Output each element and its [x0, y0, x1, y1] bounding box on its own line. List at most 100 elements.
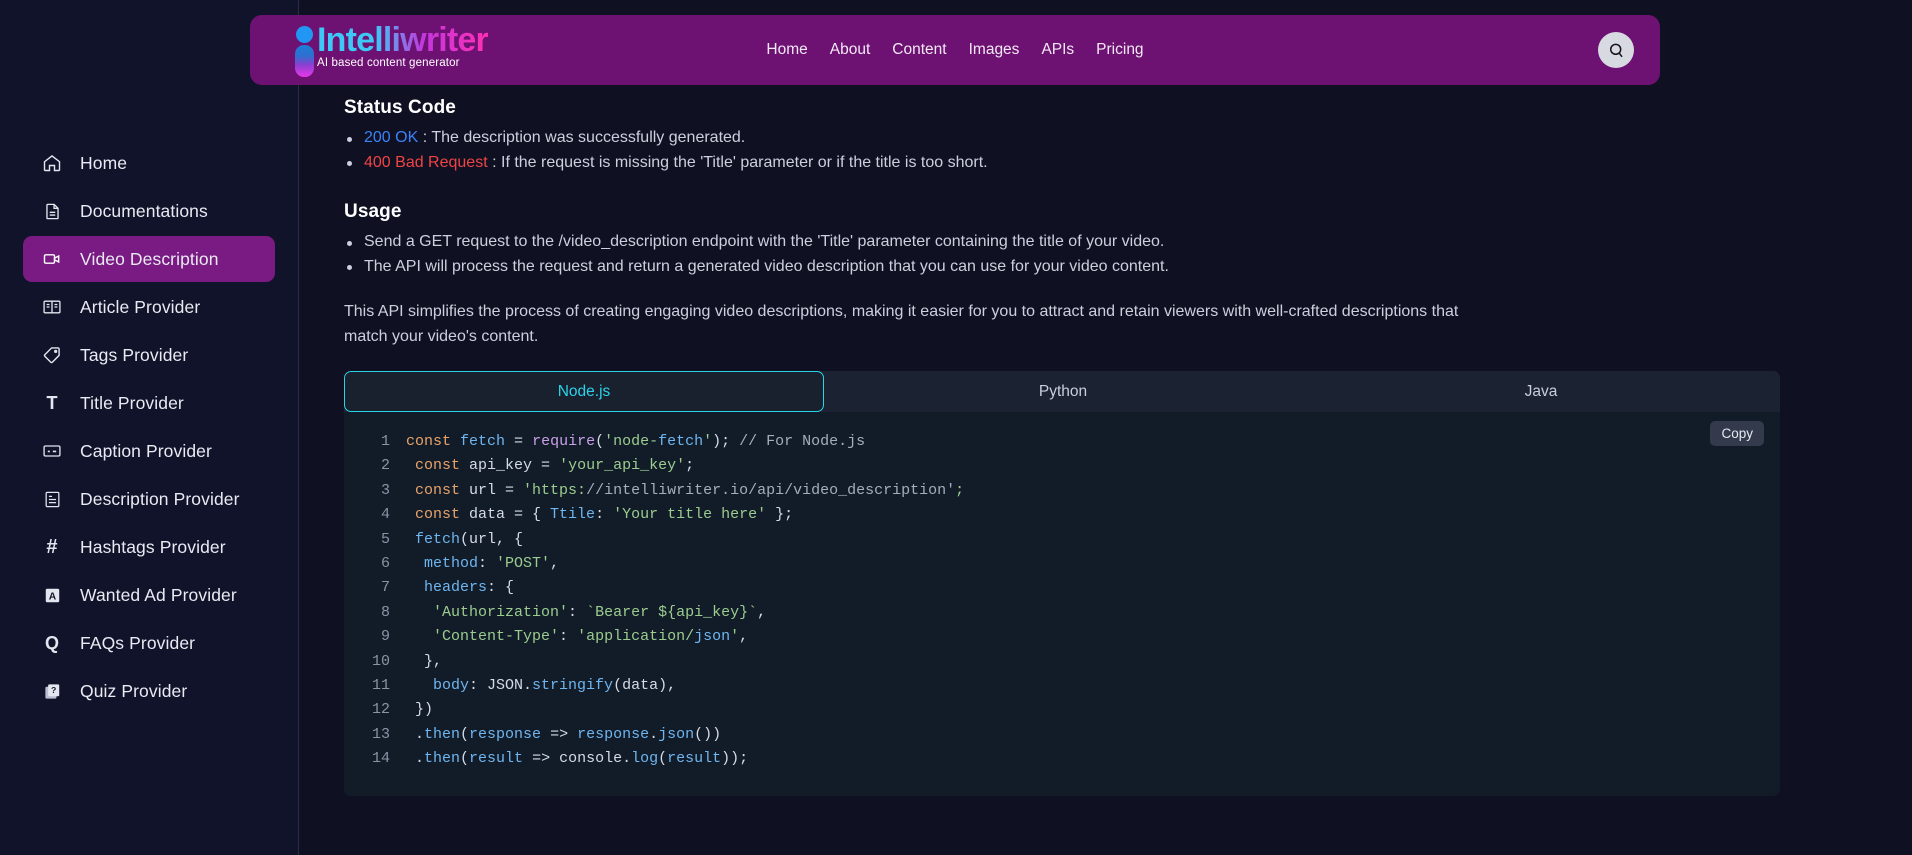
sidebar-item-label: Article Provider	[80, 296, 201, 317]
code-line: 9 'Content-Type': 'application/json',	[344, 625, 1780, 649]
main-content: Status Code 200 OK : The description was…	[299, 85, 1912, 855]
caption-icon	[41, 440, 63, 462]
logo[interactable]: Intelliwriter AI based content generator	[293, 23, 489, 77]
sidebar-item-label: Caption Provider	[80, 440, 212, 461]
nav-link-images[interactable]: Images	[969, 41, 1020, 59]
top-header: Intelliwriter AI based content generator…	[250, 15, 1660, 85]
code-line: 10 },	[344, 650, 1780, 674]
tab-nodejs[interactable]: Node.js	[344, 371, 824, 412]
code-line: 4 const data = { Ttile: 'Your title here…	[344, 503, 1780, 527]
hashtag-icon: #	[46, 535, 58, 558]
usage-heading: Usage	[344, 201, 402, 222]
code-line: 5 fetch(url, {	[344, 528, 1780, 552]
code-line: 11 body: JSON.stringify(data),	[344, 674, 1780, 698]
sidebar-item-label: Documentations	[80, 200, 208, 221]
sidebar-item-label: FAQs Provider	[80, 632, 196, 653]
code-line-text: const data = { Ttile: 'Your title here' …	[415, 506, 794, 524]
sidebar-item-video-description[interactable]: Video Description	[23, 236, 275, 282]
code-line-number: 11	[371, 677, 390, 695]
code-line-number: 13	[371, 725, 390, 743]
code-line-number: 12	[371, 701, 390, 719]
code-line-text: const url = 'https://intelliwriter.io/ap…	[415, 481, 965, 499]
code-line: 1 const fetch = require('node-fetch'); //…	[344, 430, 1780, 454]
status-code-heading: Status Code	[344, 97, 456, 118]
list-item: 400 Bad Request : If the request is miss…	[344, 151, 1850, 176]
sidebar-item-hashtags-provider[interactable]: # Hashtags Provider	[23, 524, 275, 570]
nav-link-about[interactable]: About	[830, 41, 871, 59]
code-line: 13 .then(response => response.json())	[344, 723, 1780, 747]
status-code-200: 200 OK	[364, 129, 419, 146]
code-line-text: })	[406, 701, 434, 719]
status-code-400: 400 Bad Request	[364, 153, 488, 171]
question-q-icon: Q	[44, 632, 60, 653]
sidebar-item-home[interactable]: Home	[23, 140, 275, 186]
text-t-icon: T	[46, 392, 58, 413]
home-icon	[41, 152, 63, 174]
code-line-text: .then(response => response.json())	[406, 725, 722, 743]
code-line-text: headers: {	[424, 579, 515, 597]
top-navigation: Home About Content Images APIs Pricing	[766, 41, 1143, 59]
status-code-200-text: : The description was successfully gener…	[418, 129, 746, 146]
svg-text:A: A	[48, 591, 56, 602]
sidebar-item-quiz-provider[interactable]: ? Quiz Provider	[23, 668, 275, 714]
tag-icon	[41, 344, 63, 366]
nav-link-apis[interactable]: APIs	[1041, 41, 1074, 59]
search-button[interactable]	[1598, 32, 1634, 68]
code-line-number: 8	[380, 603, 390, 621]
code-line-text: 'Authorization': `Bearer ${api_key}`,	[433, 603, 767, 621]
sidebar-item-label: Tags Provider	[80, 344, 189, 365]
code-line-number: 5	[380, 530, 390, 548]
code-lines[interactable]: 1 const fetch = require('node-fetch'); //…	[344, 430, 1780, 772]
status-code-400-text: : If the request is missing the 'Title' …	[487, 153, 988, 171]
document-icon	[41, 200, 63, 222]
book-icon	[41, 296, 63, 318]
code-line: 14 .then(result => console.log(result));	[344, 747, 1780, 771]
usage-list: Send a GET request to the /video_descrip…	[344, 230, 1850, 279]
sidebar-item-caption-provider[interactable]: Caption Provider	[23, 428, 275, 474]
code-line: 6 method: 'POST',	[344, 552, 1780, 576]
code-line-number: 10	[371, 652, 390, 670]
api-summary-paragraph: This API simplifies the process of creat…	[344, 303, 1459, 345]
code-line-text: 'Content-Type': 'application/json',	[433, 628, 749, 646]
code-snippet-panel: Copy 1 const fetch = require('node-fetch'…	[344, 412, 1780, 796]
code-line-number: 7	[380, 579, 390, 597]
code-line-text: },	[406, 652, 443, 670]
copy-button[interactable]: Copy	[1710, 421, 1764, 446]
sidebar-item-documentations[interactable]: Documentations	[23, 188, 275, 234]
sidebar-item-faqs-provider[interactable]: Q FAQs Provider	[23, 620, 275, 666]
code-line-text: const fetch = require('node-fetch'); // …	[406, 433, 866, 450]
sidebar-item-label: Title Provider	[80, 392, 184, 413]
code-line-number: 6	[380, 555, 390, 573]
video-icon	[41, 248, 63, 270]
sidebar-item-title-provider[interactable]: T Title Provider	[23, 380, 275, 426]
code-line: 7 headers: {	[344, 576, 1780, 600]
code-line-number: 1	[380, 433, 390, 450]
sidebar-item-article-provider[interactable]: Article Provider	[23, 284, 275, 330]
description-icon	[41, 488, 63, 510]
sidebar-item-label: Wanted Ad Provider	[80, 584, 237, 605]
tab-java[interactable]: Java	[1302, 371, 1780, 412]
code-line-number: 4	[380, 506, 390, 524]
sidebar-item-label: Quiz Provider	[80, 680, 188, 701]
code-line-text: .then(result => console.log(result));	[406, 750, 749, 768]
nav-link-home[interactable]: Home	[766, 41, 807, 59]
code-language-tabs: Node.js Python Java	[344, 371, 1780, 412]
sidebar-item-label: Home	[80, 152, 128, 173]
nav-link-pricing[interactable]: Pricing	[1096, 41, 1143, 59]
list-item: Send a GET request to the /video_descrip…	[344, 230, 1850, 255]
code-line-text: fetch(url, {	[415, 530, 524, 548]
nav-link-content[interactable]: Content	[892, 41, 946, 59]
code-line: 2 const api_key = 'your_api_key';	[344, 454, 1780, 478]
sidebar-item-description-provider[interactable]: Description Provider	[23, 476, 275, 522]
list-item: The API will process the request and ret…	[344, 255, 1850, 280]
code-line-text: body: JSON.stringify(data),	[433, 677, 677, 695]
ad-icon: A	[41, 584, 63, 606]
code-line-text: const api_key = 'your_api_key';	[415, 457, 695, 475]
code-line-number: 9	[380, 628, 390, 646]
sidebar-item-tags-provider[interactable]: Tags Provider	[23, 332, 275, 378]
list-item: 200 OK : The description was successfull…	[344, 126, 1850, 151]
sidebar-item-wanted-ad-provider[interactable]: A Wanted Ad Provider	[23, 572, 275, 618]
search-icon	[1607, 41, 1626, 60]
tab-python[interactable]: Python	[824, 371, 1302, 412]
sidebar: Home Documentations Video Description Ar…	[0, 0, 299, 855]
